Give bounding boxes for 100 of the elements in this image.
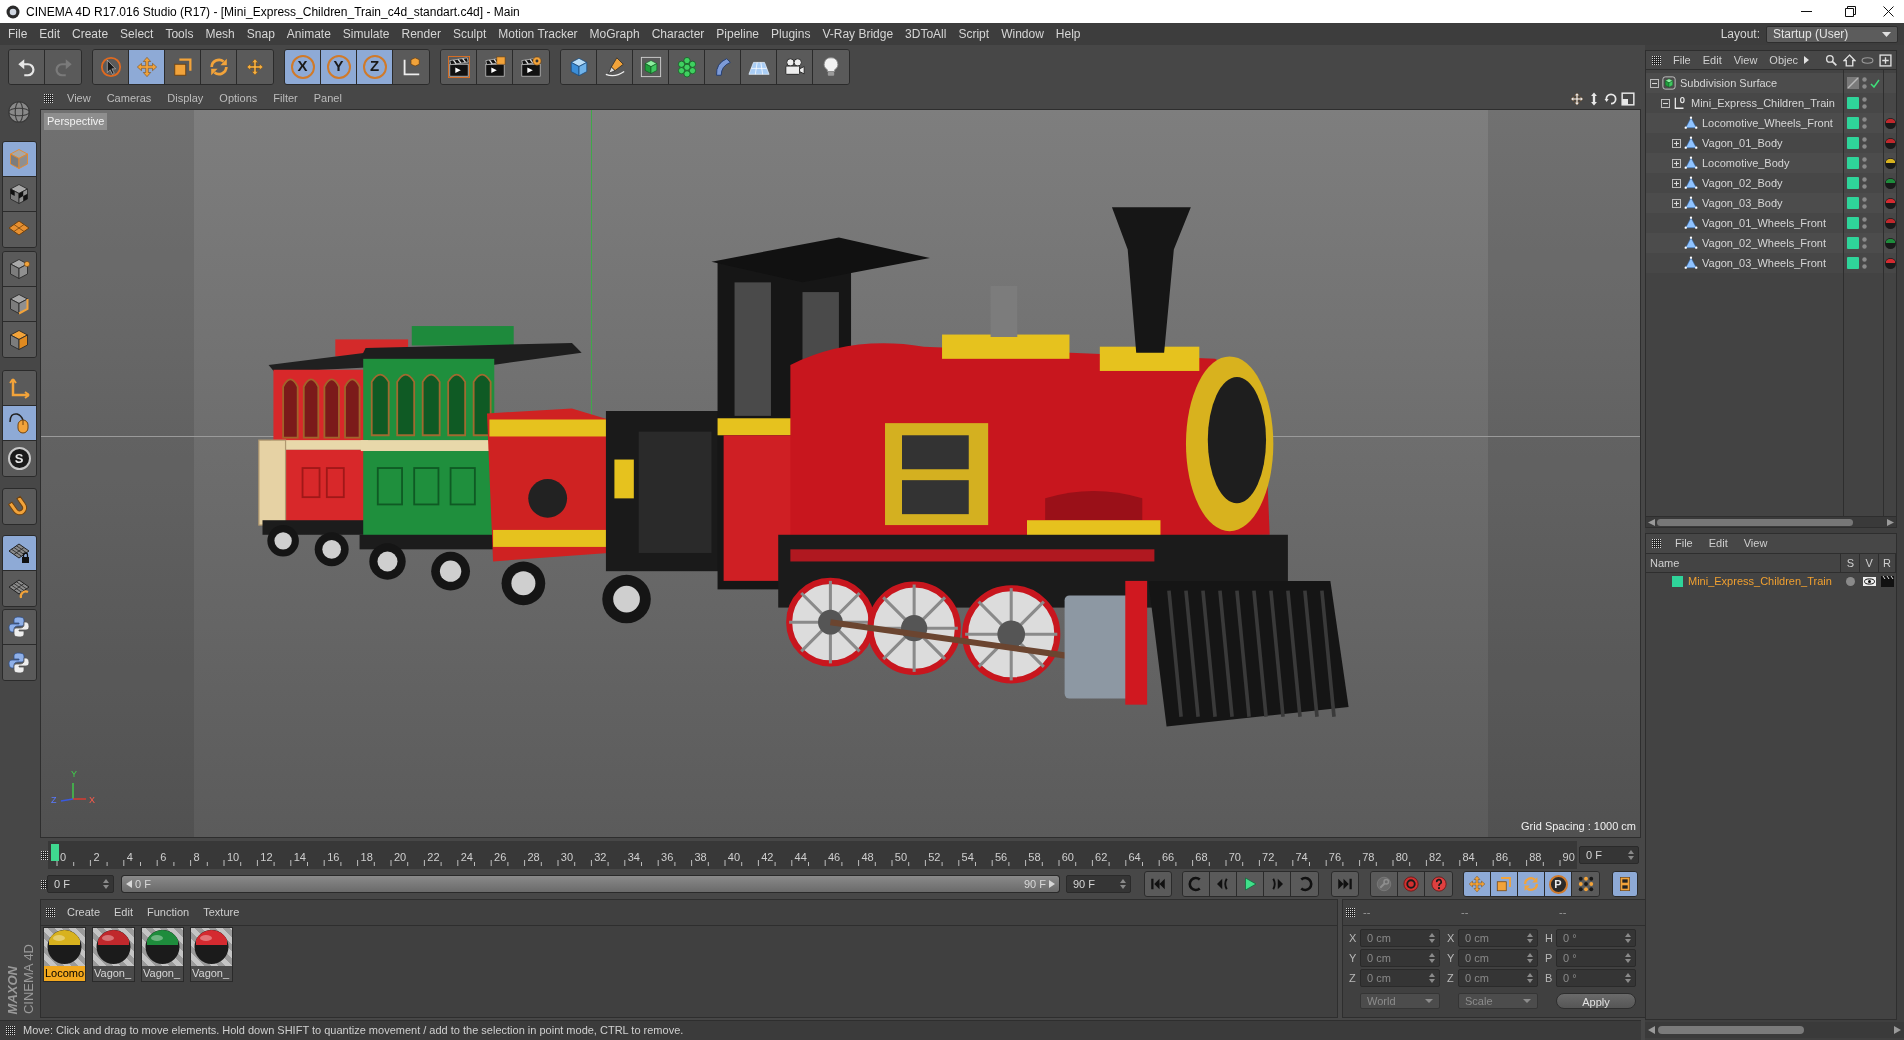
coordinate-field[interactable]: 0 cm xyxy=(1360,929,1440,947)
orbit-icon[interactable] xyxy=(1604,91,1618,106)
number-field[interactable]: 0 F xyxy=(47,875,114,893)
floor-button[interactable] xyxy=(741,49,777,84)
material-menu-item[interactable]: Function xyxy=(140,904,197,921)
coordinate-field[interactable]: 0 cm xyxy=(1458,969,1538,987)
viewport-menu-item[interactable]: Display xyxy=(159,90,212,107)
object-menu-item[interactable]: Edit xyxy=(1696,51,1728,69)
material-menu-item[interactable]: Edit xyxy=(107,904,140,921)
axis-mode-button[interactable] xyxy=(2,371,36,406)
scrollbar-thumb[interactable] xyxy=(1658,1026,1804,1034)
menu-item[interactable]: Simulate xyxy=(336,25,396,43)
points-mode-button[interactable] xyxy=(2,252,36,287)
camera-button[interactable] xyxy=(777,49,813,84)
autokey-button[interactable] xyxy=(1398,872,1425,896)
object-menu-item[interactable]: Objec xyxy=(1763,51,1805,69)
render-settings-button[interactable] xyxy=(513,49,549,84)
timeline-ruler[interactable]: 0 2 4 6 8 10 12 14 16 18 20 22 24 26 28 30 32 34 36 38 40 42 44 46 48 50 52 54 56 58 60 62 64 66 68 70 72 74 76 78 80 82 84 86 88 90 xyxy=(48,841,1577,869)
coordinate-system-button[interactable] xyxy=(393,49,429,84)
solo-dot-icon[interactable] xyxy=(1846,576,1856,586)
menu-item[interactable]: Window xyxy=(995,25,1050,43)
menu-item[interactable]: Edit xyxy=(33,25,67,43)
undo-button[interactable] xyxy=(9,49,45,84)
coordinate-field[interactable]: 0 cm xyxy=(1360,969,1440,987)
coordinate-field[interactable]: 0 cm xyxy=(1360,949,1440,967)
plus-square-icon[interactable] xyxy=(1879,53,1892,67)
material-menu-item[interactable]: Texture xyxy=(196,904,247,921)
material-swatch[interactable]: Locomo xyxy=(43,927,86,982)
cube-object-button[interactable] xyxy=(561,49,597,84)
collapse-toggle-icon[interactable] xyxy=(1650,78,1659,88)
menu-item[interactable]: Snap xyxy=(240,25,281,43)
object-row[interactable]: Vagon_01_Wheels_Front xyxy=(1646,213,1896,233)
layer-name[interactable]: Mini_Express_Children_Train xyxy=(1688,572,1832,590)
expand-toggle-icon[interactable] xyxy=(1672,178,1681,188)
menu-item[interactable]: Render xyxy=(395,25,447,43)
menu-item[interactable]: Motion Tracker xyxy=(492,25,584,43)
object-row[interactable]: Mini_Express_Children_Train xyxy=(1646,93,1896,113)
subdivision-button[interactable] xyxy=(633,49,669,84)
record-key-button[interactable] xyxy=(1371,872,1398,896)
snap-button[interactable] xyxy=(1,488,37,525)
menu-item[interactable]: Character xyxy=(645,25,711,43)
coordinate-field[interactable]: 0 ° xyxy=(1556,929,1636,947)
go-to-start-button[interactable] xyxy=(1144,871,1172,897)
pen-tool-button[interactable] xyxy=(597,49,633,84)
move-key-button[interactable] xyxy=(1464,872,1491,896)
home-icon[interactable] xyxy=(1843,53,1856,67)
playhead-marker[interactable] xyxy=(51,844,59,861)
cloner-button[interactable] xyxy=(669,49,705,84)
workplane-lock-button[interactable] xyxy=(2,536,36,571)
horizontal-scrollbar[interactable] xyxy=(1645,516,1897,528)
menu-item[interactable]: Pipeline xyxy=(710,25,766,43)
axis-lock-button[interactable]: X xyxy=(285,49,321,84)
menu-item[interactable]: 3DToAll xyxy=(899,25,953,43)
axis-lock-button[interactable]: Y xyxy=(321,49,357,84)
object-menu-item[interactable]: File xyxy=(1667,51,1697,69)
texture-mode-button[interactable] xyxy=(2,177,36,212)
menu-item[interactable]: Mesh xyxy=(199,25,241,43)
object-row[interactable]: Vagon_02_Body xyxy=(1646,173,1896,193)
python-script-button[interactable] xyxy=(2,645,36,680)
viewport-canvas[interactable]: Perspective Y Z X Grid Spacing : 1000 cm xyxy=(40,109,1641,838)
edges-mode-button[interactable] xyxy=(2,287,36,322)
collapse-toggle-icon[interactable] xyxy=(1661,98,1670,108)
parameter-key-button[interactable]: P xyxy=(1545,872,1572,896)
axis-lock-button[interactable]: Z xyxy=(357,49,393,84)
rotation-key-button[interactable] xyxy=(1518,872,1545,896)
layer-menu-item[interactable]: Edit xyxy=(1700,535,1736,552)
object-row[interactable]: Vagon_03_Body xyxy=(1646,193,1896,213)
python-script-button[interactable] xyxy=(2,610,36,645)
expand-toggle-icon[interactable] xyxy=(1672,138,1681,148)
deformer-button[interactable] xyxy=(705,49,741,84)
object-row[interactable]: Vagon_02_Wheels_Front xyxy=(1646,233,1896,253)
point-level-button[interactable] xyxy=(1572,872,1599,896)
eye-icon[interactable] xyxy=(1863,576,1877,586)
layer-menu-item[interactable]: View xyxy=(1735,535,1776,552)
material-swatch[interactable]: Vagon_ xyxy=(190,927,233,982)
layer-menu-item[interactable]: File xyxy=(1667,535,1701,552)
number-field[interactable]: 0 F xyxy=(1579,846,1639,864)
coordinate-field[interactable]: 0 ° xyxy=(1556,949,1636,967)
expand-toggle-icon[interactable] xyxy=(1672,158,1681,168)
number-field[interactable]: 90 F xyxy=(1066,875,1131,893)
material-menu-item[interactable]: Create xyxy=(60,904,108,921)
object-row[interactable]: Locomotive_Wheels_Front xyxy=(1646,113,1896,133)
move-tool-button[interactable] xyxy=(129,49,165,84)
search-icon[interactable] xyxy=(1825,53,1838,67)
check-icon[interactable] xyxy=(1870,78,1880,88)
menu-item[interactable]: Help xyxy=(1049,25,1087,43)
solo-button[interactable]: S xyxy=(2,441,36,476)
menu-item[interactable]: Create xyxy=(66,25,115,43)
polygons-mode-button[interactable] xyxy=(2,322,36,357)
coordinate-field[interactable]: 0 ° xyxy=(1556,969,1636,987)
menu-item[interactable]: Select xyxy=(114,25,160,43)
rotate-tool-button[interactable] xyxy=(201,49,237,84)
model-mode-button[interactable] xyxy=(2,142,36,177)
menu-item[interactable]: Plugins xyxy=(765,25,817,43)
last-tool-button[interactable] xyxy=(237,49,273,84)
object-row[interactable]: Locomotive_Body xyxy=(1646,153,1896,173)
pan-arrows-icon[interactable] xyxy=(1570,91,1584,106)
viewport-menu-item[interactable]: Panel xyxy=(305,90,350,107)
material-swatch[interactable]: Vagon_ xyxy=(141,927,184,982)
scale-tool-button[interactable] xyxy=(165,49,201,84)
